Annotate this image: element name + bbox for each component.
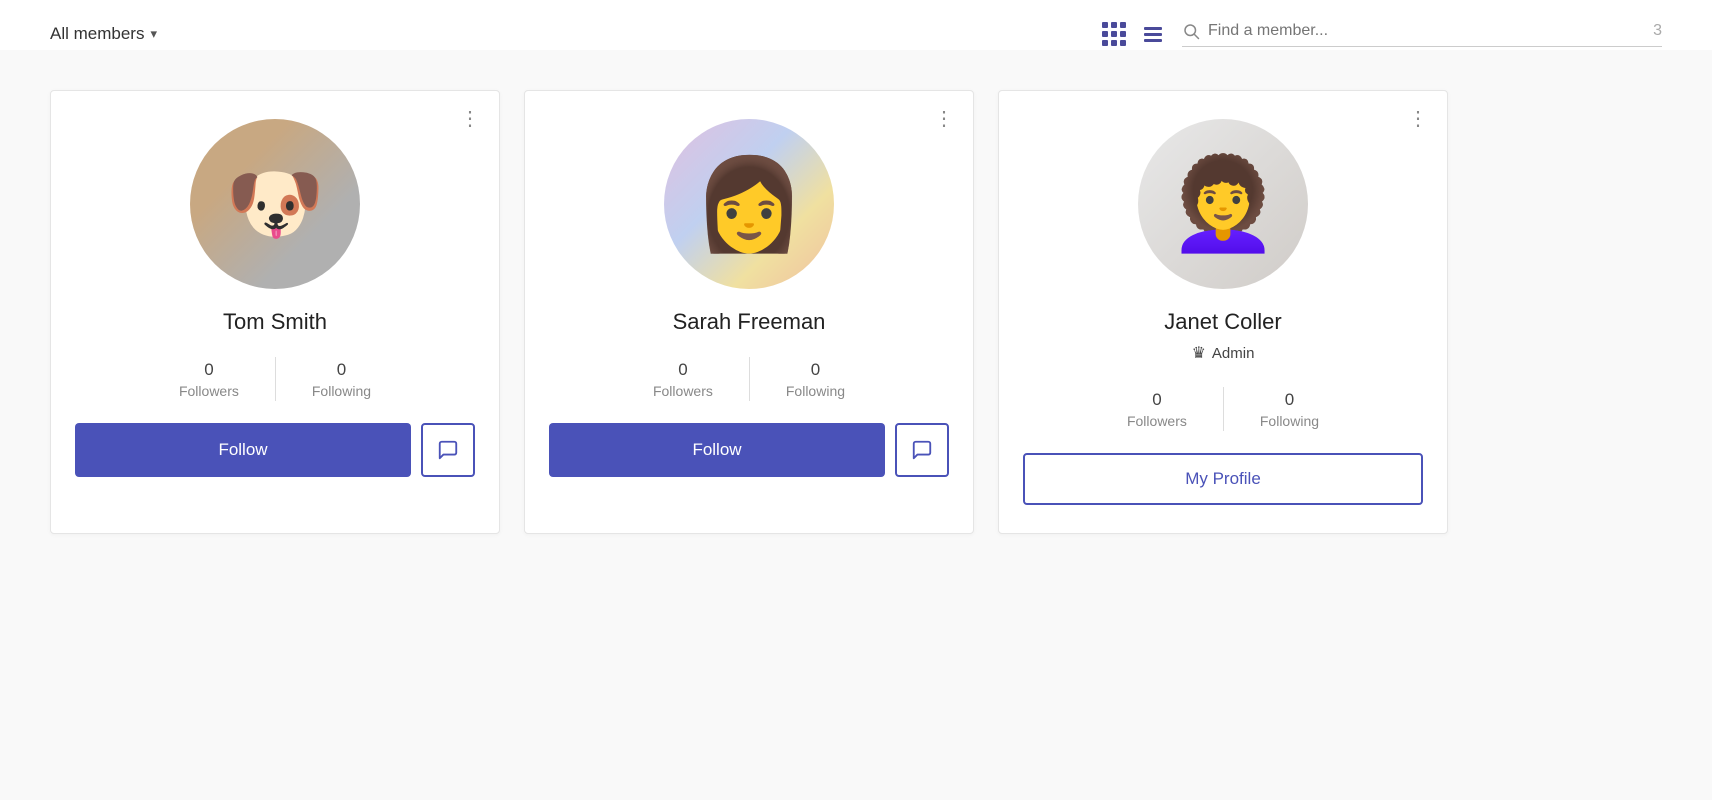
- followers-label: Followers: [653, 383, 713, 399]
- search-input[interactable]: [1208, 22, 1637, 40]
- admin-badge: ♛ Admin: [1192, 343, 1255, 363]
- avatar: [664, 119, 834, 289]
- card-actions: My Profile: [1023, 453, 1423, 505]
- card-more-options-button[interactable]: ⋮: [1408, 109, 1429, 129]
- message-button[interactable]: [421, 423, 475, 477]
- member-card-tom-smith: ⋮ Tom Smith 0 Followers 0 Following Foll…: [50, 90, 500, 534]
- stats-row: 0 Followers 0 Following: [1023, 387, 1423, 431]
- member-name: Sarah Freeman: [673, 309, 826, 335]
- following-stat: 0 Following: [750, 360, 881, 399]
- followers-stat: 0 Followers: [143, 360, 275, 399]
- message-button[interactable]: [895, 423, 949, 477]
- member-card-janet-coller: ⋮ Janet Coller ♛ Admin 0 Followers 0 Fol…: [998, 90, 1448, 534]
- member-card-sarah-freeman: ⋮ Sarah Freeman 0 Followers 0 Following …: [524, 90, 974, 534]
- search-bar: 3: [1182, 22, 1662, 47]
- stats-row: 0 Followers 0 Following: [75, 357, 475, 401]
- member-name: Tom Smith: [223, 309, 327, 335]
- following-label: Following: [786, 383, 845, 399]
- admin-label: Admin: [1212, 345, 1255, 362]
- chat-icon: [911, 439, 933, 461]
- avatar: [190, 119, 360, 289]
- chat-icon: [437, 439, 459, 461]
- follow-button[interactable]: Follow: [75, 423, 411, 477]
- view-toggle-toolbar: [1098, 18, 1166, 50]
- following-count: 0: [811, 360, 820, 380]
- followers-count: 0: [1152, 390, 1161, 410]
- followers-count: 0: [204, 360, 213, 380]
- member-count: 3: [1653, 22, 1662, 40]
- following-count: 0: [1285, 390, 1294, 410]
- following-count: 0: [337, 360, 346, 380]
- list-icon: [1144, 27, 1162, 42]
- search-icon: [1182, 22, 1200, 40]
- followers-stat: 0 Followers: [617, 360, 749, 399]
- following-stat: 0 Following: [276, 360, 407, 399]
- card-more-options-button[interactable]: ⋮: [460, 109, 481, 129]
- card-actions: Follow: [549, 423, 949, 477]
- following-label: Following: [312, 383, 371, 399]
- chevron-down-icon: ▾: [150, 26, 157, 42]
- member-name: Janet Coller: [1164, 309, 1281, 335]
- followers-stat: 0 Followers: [1091, 390, 1223, 429]
- members-filter-label: All members: [50, 24, 144, 44]
- card-more-options-button[interactable]: ⋮: [934, 109, 955, 129]
- stats-row: 0 Followers 0 Following: [549, 357, 949, 401]
- top-bar: All members ▾ 3: [0, 0, 1712, 50]
- list-view-button[interactable]: [1140, 23, 1166, 46]
- following-label: Following: [1260, 413, 1319, 429]
- avatar: [1138, 119, 1308, 289]
- my-profile-button[interactable]: My Profile: [1023, 453, 1423, 505]
- followers-count: 0: [678, 360, 687, 380]
- crown-icon: ♛: [1192, 343, 1206, 363]
- follow-button[interactable]: Follow: [549, 423, 885, 477]
- grid-icon: [1102, 22, 1126, 46]
- members-grid: ⋮ Tom Smith 0 Followers 0 Following Foll…: [0, 50, 1712, 574]
- followers-label: Followers: [179, 383, 239, 399]
- following-stat: 0 Following: [1224, 390, 1355, 429]
- members-filter-dropdown[interactable]: All members ▾: [50, 24, 1082, 44]
- grid-view-button[interactable]: [1098, 18, 1130, 50]
- card-actions: Follow: [75, 423, 475, 477]
- followers-label: Followers: [1127, 413, 1187, 429]
